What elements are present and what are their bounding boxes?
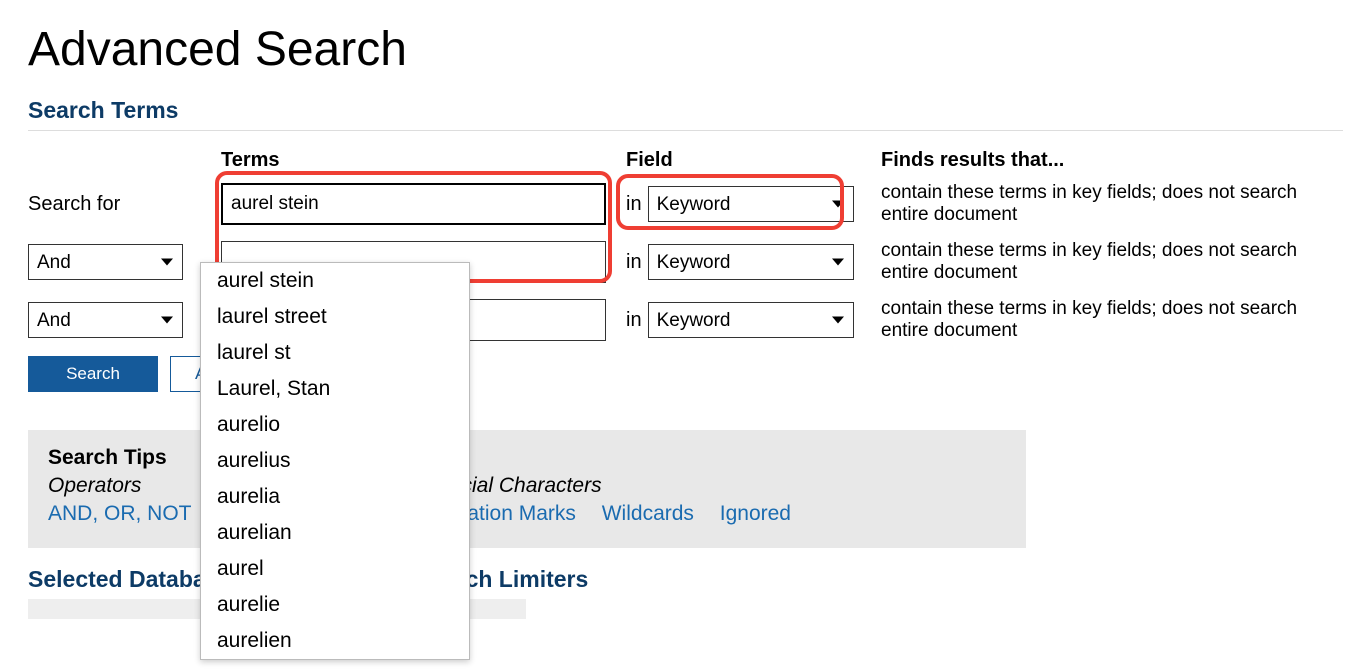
hint-3: contain these terms in key fields; does … [881, 298, 1343, 342]
tips-link-ignored[interactable]: Ignored [720, 502, 791, 525]
autocomplete-item[interactable]: laurel st [201, 335, 469, 371]
hint-2: contain these terms in key fields; does … [881, 240, 1343, 284]
search-for-label: Search for [28, 193, 201, 216]
hint-1: contain these terms in key fields; does … [881, 182, 1343, 226]
autocomplete-item[interactable]: aurelia [201, 479, 469, 515]
autocomplete-item[interactable]: laurel street [201, 299, 469, 335]
in-label-3: in [626, 309, 642, 332]
autocomplete-item[interactable]: Laurel, Stan [201, 371, 469, 407]
col-header-field: Field [626, 141, 861, 182]
autocomplete-item[interactable]: aurel [201, 551, 469, 587]
autocomplete-item[interactable]: aurelien [201, 623, 469, 659]
in-label-2: in [626, 251, 642, 274]
field-select-3[interactable]: Keyword [648, 302, 854, 338]
selected-databases-header: Selected Databa [28, 566, 206, 593]
autocomplete-item[interactable]: aurelie [201, 587, 469, 623]
autocomplete-item[interactable]: aurelio [201, 407, 469, 443]
tips-link-wildcards[interactable]: Wildcards [602, 502, 694, 525]
section-search-terms: Search Terms [28, 97, 1343, 131]
autocomplete-item[interactable]: aurelian [201, 515, 469, 551]
search-tips-box: Search Tips Operators AND, OR, NOT cial … [28, 430, 1026, 548]
tips-link-quotation[interactable]: tation Marks [462, 502, 576, 525]
tips-operators-sub: Operators [48, 474, 212, 498]
search-button[interactable]: Search [28, 356, 158, 392]
page-title: Advanced Search [28, 22, 1343, 77]
tips-link-and-or-not[interactable]: AND, OR, NOT [48, 502, 192, 525]
operator-select-2[interactable]: And [28, 244, 183, 280]
operator-select-3[interactable]: And [28, 302, 183, 338]
in-label-1: in [626, 193, 642, 216]
col-header-finds: Finds results that... [881, 141, 1343, 182]
term-input-1[interactable] [221, 183, 606, 225]
autocomplete-item[interactable]: aurelius [201, 443, 469, 479]
field-select-2[interactable]: Keyword [648, 244, 854, 280]
autocomplete-popup: aurel stein laurel street laurel st Laur… [200, 262, 470, 660]
autocomplete-item[interactable]: aurel stein [201, 263, 469, 299]
col-header-terms: Terms [221, 141, 606, 182]
tips-chars-sub: cial Characters [462, 474, 811, 498]
field-select-1[interactable]: Keyword [648, 186, 854, 222]
search-tips-title: Search Tips [48, 446, 1006, 470]
